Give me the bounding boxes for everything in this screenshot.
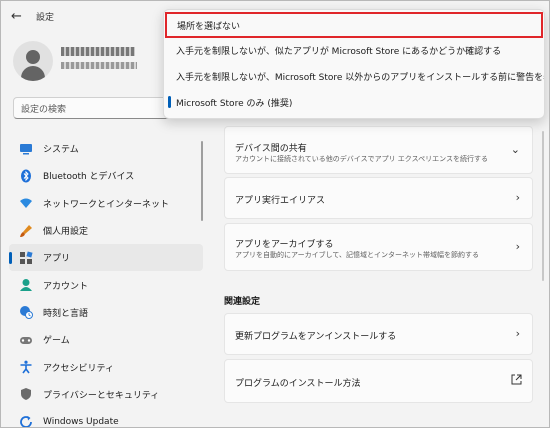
card-title: アプリをアーカイブする [235,240,334,250]
card-title: アプリ実行エイリアス [235,196,326,206]
sidebar-item-time-language[interactable]: 時刻と言語 [9,299,203,326]
avatar-body [21,66,45,81]
card-title: 更新プログラムをアンインストールする [235,332,397,342]
shield-icon [19,387,33,401]
sidebar-item-label: アプリ [43,254,71,265]
card-uninstall-updates[interactable]: 更新プログラムをアンインストールする › [224,313,533,355]
sidebar-item-label: ゲーム [43,336,70,347]
chevron-right-icon: › [515,240,520,253]
accessibility-icon [19,360,33,374]
option-label: 入手元を制限しないが、Microsoft Store 以外からのアプリをインスト… [176,73,545,83]
apps-icon [19,251,33,265]
monitor-icon [19,142,33,156]
sidebar-nav: システム Bluetooth とデバイス ネットワークとインターネット 個人用設… [9,135,203,427]
brush-icon [19,224,33,238]
chevron-right-icon: › [515,191,520,204]
option-label: Microsoft Store のみ (推奨) [176,99,293,109]
card-install-programs[interactable]: プログラムのインストール方法 [224,359,533,403]
external-link-icon [511,374,522,388]
sidebar-item-label: アカウント [43,281,89,292]
sidebar-item-apps[interactable]: アプリ [9,244,203,272]
user-email-redacted [61,62,137,69]
sidebar-item-label: 時刻と言語 [43,308,89,319]
search-placeholder: 設定の検索 [21,105,67,115]
card-description: アプリを自動的にアーカイブして、記憶域とインターネット帯域幅を節約する [235,251,480,259]
settings-window: ← 設定 設定の検索 システム Bluetooth とデバイス ネットワークとイ… [0,0,550,428]
sidebar-item-label: アクセシビリティ [43,363,115,374]
avatar[interactable] [13,41,53,81]
avatar-head [26,50,40,64]
update-icon [19,415,33,427]
sidebar-scrollbar[interactable] [201,141,203,221]
option-label: 場所を選ばない [177,22,241,32]
sidebar-item-label: 個人用設定 [43,227,89,238]
sidebar-item-label: システム [43,145,79,156]
back-arrow-icon[interactable]: ← [11,9,27,25]
sidebar-item-label: ネットワークとインターネット [43,199,170,210]
main-scrollbar[interactable] [542,131,544,281]
option-anywhere-check-store[interactable]: 入手元を制限しないが、似たアプリが Microsoft Store にあるかどう… [164,38,544,62]
card-description: アカウントに接続されている他のデバイスでアプリ エクスペリエンスを続行する [235,155,488,163]
sidebar-item-accessibility[interactable]: アクセシビリティ [9,353,203,380]
sidebar-item-bluetooth[interactable]: Bluetooth とデバイス [9,162,203,189]
chevron-right-icon: › [515,327,520,340]
sidebar-item-system[interactable]: システム [9,135,203,162]
option-store-only[interactable]: Microsoft Store のみ (推奨) [164,90,544,114]
app-title: 設定 [36,13,55,23]
sidebar-item-accounts[interactable]: アカウント [9,271,203,298]
person-icon [19,278,33,292]
sidebar-item-gaming[interactable]: ゲーム [9,326,203,353]
card-share-across-devices[interactable]: デバイス間の共有 アカウントに接続されている他のデバイスでアプリ エクスペリエン… [224,126,533,174]
user-name-redacted [61,47,135,56]
gamepad-icon [19,333,33,347]
app-source-dropdown-menu: 場所を選ばない 入手元を制限しないが、似たアプリが Microsoft Stor… [163,9,545,119]
card-title: プログラムのインストール方法 [235,379,361,389]
sidebar-item-windows-update[interactable]: Windows Update [9,408,203,427]
bluetooth-icon [19,169,33,183]
chevron-down-icon[interactable]: ⌄ [511,143,520,156]
sidebar-item-label: Bluetooth とデバイス [43,172,135,183]
related-settings-heading: 関連設定 [224,297,261,307]
globe-clock-icon [19,305,33,320]
sidebar-item-label: プライバシーとセキュリティ [43,390,160,401]
wifi-icon [19,196,33,210]
card-app-execution-aliases[interactable]: アプリ実行エイリアス › [224,177,533,219]
sidebar-item-network[interactable]: ネットワークとインターネット [9,190,203,217]
option-anywhere-warn[interactable]: 入手元を制限しないが、Microsoft Store 以外からのアプリをインスト… [164,64,544,88]
card-title: デバイス間の共有 [235,144,307,154]
sidebar-item-privacy[interactable]: プライバシーとセキュリティ [9,381,203,408]
sidebar-item-label: Windows Update [43,416,119,427]
card-archive-apps[interactable]: アプリをアーカイブする アプリを自動的にアーカイブして、記憶域とインターネット帯… [224,223,533,271]
sidebar-item-personalization[interactable]: 個人用設定 [9,217,203,244]
option-label: 入手元を制限しないが、似たアプリが Microsoft Store にあるかどう… [176,47,502,57]
option-anywhere[interactable]: 場所を選ばない [165,12,543,38]
